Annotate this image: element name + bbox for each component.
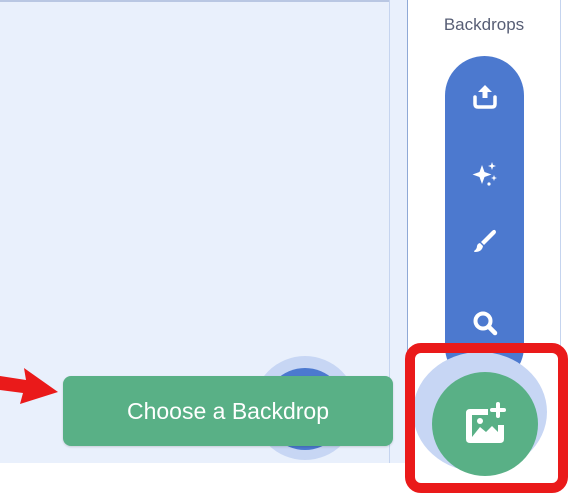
upload-icon [472,85,497,109]
backdrops-title: Backdrops [443,15,525,34]
highlight-box [405,343,568,493]
tooltip-label: Choose a Backdrop [126,397,329,424]
upload-backdrop-button[interactable] [445,71,524,121]
choose-backdrop-tooltip[interactable]: Choose a Backdrop [63,376,393,446]
paintbrush-icon [473,229,496,252]
sparkles-icon [472,162,497,186]
search-icon [473,311,497,336]
arrow-icon [0,368,58,404]
search-backdrop-button[interactable] [445,298,524,348]
surprise-backdrop-button[interactable] [445,148,524,198]
stage-top-edge [0,0,389,2]
editor-frame: Backdrops Choose a Backdrop [0,0,569,493]
paint-backdrop-button[interactable] [445,216,524,266]
